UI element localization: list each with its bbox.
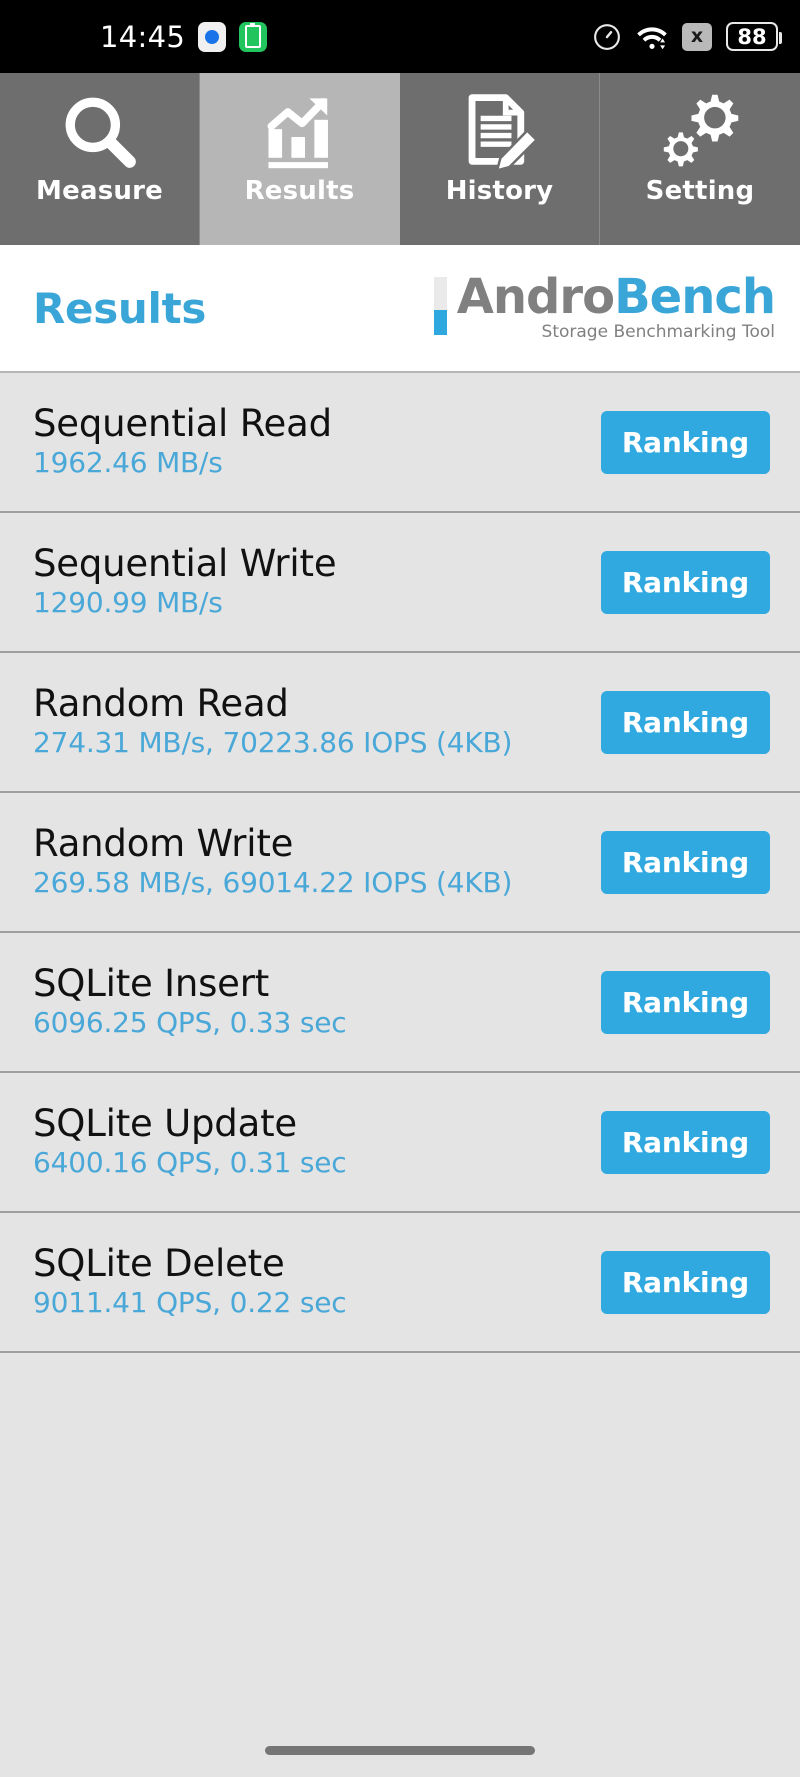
androbench-logo: AndroBench Storage Benchmarking Tool <box>433 273 776 343</box>
media-indicator-icon <box>198 21 227 52</box>
row-texts: SQLite Delete 9011.41 QPS, 0.22 sec <box>33 1242 601 1320</box>
battery-indicator: 88 <box>726 22 782 51</box>
row-texts: SQLite Insert 6096.25 QPS, 0.33 sec <box>33 962 601 1040</box>
tab-history[interactable]: History <box>400 73 600 245</box>
row-texts: SQLite Update 6400.16 QPS, 0.31 sec <box>33 1102 601 1180</box>
logo-word-secondary: Bench <box>614 268 776 325</box>
result-title: SQLite Insert <box>33 962 270 1006</box>
ranking-button[interactable]: Ranking <box>600 550 770 614</box>
result-value: 269.58 MB/s, 69014.22 IOPS (4KB) <box>33 866 513 900</box>
tab-results[interactable]: Results <box>200 73 400 245</box>
logo-word-primary: Andro <box>456 268 615 325</box>
battery-saver-icon <box>239 21 268 52</box>
table-row[interactable]: Random Write 269.58 MB/s, 69014.22 IOPS … <box>0 793 800 933</box>
wifi-icon <box>636 23 668 51</box>
result-title: SQLite Update <box>33 1102 297 1146</box>
phone-screen: 14:45 x 88 Measure Results History Setti… <box>0 0 800 1777</box>
app-header: Results AndroBench Storage Benchmarking … <box>0 245 800 373</box>
gears-icon <box>657 90 743 174</box>
result-value: 6400.16 QPS, 0.31 sec <box>33 1146 347 1180</box>
logo-text: AndroBench Storage Benchmarking Tool <box>457 273 776 343</box>
tab-results-label: Results <box>244 176 355 206</box>
bar-chart-icon <box>257 90 343 174</box>
logo-accent-bar <box>433 276 447 335</box>
result-value: 274.31 MB/s, 70223.86 IOPS (4KB) <box>33 726 513 760</box>
row-texts: Sequential Read 1962.46 MB/s <box>33 402 601 480</box>
row-texts: Random Read 274.31 MB/s, 70223.86 IOPS (… <box>33 682 601 760</box>
battery-percent-label: 88 <box>737 24 767 49</box>
result-value: 1962.46 MB/s <box>33 446 223 480</box>
table-row[interactable]: Random Read 274.31 MB/s, 70223.86 IOPS (… <box>0 653 800 793</box>
table-row[interactable]: Sequential Write 1290.99 MB/s Ranking <box>0 513 800 653</box>
gesture-nav-pill[interactable] <box>265 1746 535 1755</box>
result-value: 9011.41 QPS, 0.22 sec <box>33 1286 347 1320</box>
ranking-button[interactable]: Ranking <box>600 830 770 894</box>
no-sim-icon: x <box>682 22 712 51</box>
row-texts: Random Write 269.58 MB/s, 69014.22 IOPS … <box>33 822 601 900</box>
ranking-button[interactable]: Ranking <box>600 1250 770 1314</box>
tab-setting-label: Setting <box>645 176 755 206</box>
table-row[interactable]: Sequential Read 1962.46 MB/s Ranking <box>0 373 800 513</box>
table-row[interactable]: SQLite Update 6400.16 QPS, 0.31 sec Rank… <box>0 1073 800 1213</box>
tab-measure-label: Measure <box>36 176 163 206</box>
result-value: 1290.99 MB/s <box>33 586 223 620</box>
table-row[interactable]: SQLite Delete 9011.41 QPS, 0.22 sec Rank… <box>0 1213 800 1353</box>
row-texts: Sequential Write 1290.99 MB/s <box>33 542 601 620</box>
result-title: Random Write <box>33 822 294 866</box>
result-title: SQLite Delete <box>33 1242 285 1286</box>
magnifier-icon <box>57 90 143 174</box>
ranking-button[interactable]: Ranking <box>600 690 770 754</box>
logo-wordmark: AndroBench <box>457 273 776 321</box>
result-title: Sequential Write <box>33 542 337 586</box>
document-pencil-icon <box>457 90 543 174</box>
status-clock: 14:45 <box>100 19 186 54</box>
status-bar-right: x 88 <box>592 22 782 52</box>
ranking-button[interactable]: Ranking <box>600 970 770 1034</box>
page-title: Results <box>33 283 207 333</box>
status-bar-left: 14:45 <box>100 19 268 54</box>
result-title: Sequential Read <box>33 402 332 446</box>
result-value: 6096.25 QPS, 0.33 sec <box>33 1006 347 1040</box>
table-row[interactable]: SQLite Insert 6096.25 QPS, 0.33 sec Rank… <box>0 933 800 1073</box>
ranking-button[interactable]: Ranking <box>600 410 770 474</box>
results-list: Sequential Read 1962.46 MB/s Ranking Seq… <box>0 373 800 1353</box>
tab-measure[interactable]: Measure <box>0 73 200 245</box>
result-title: Random Read <box>33 682 289 726</box>
tab-history-label: History <box>445 176 554 206</box>
status-bar: 14:45 x 88 <box>0 0 800 73</box>
ranking-button[interactable]: Ranking <box>600 1110 770 1174</box>
speedometer-icon <box>592 22 622 52</box>
main-tab-bar: Measure Results History Setting <box>0 73 800 245</box>
tab-setting[interactable]: Setting <box>600 73 800 245</box>
logo-tagline: Storage Benchmarking Tool <box>541 322 775 343</box>
